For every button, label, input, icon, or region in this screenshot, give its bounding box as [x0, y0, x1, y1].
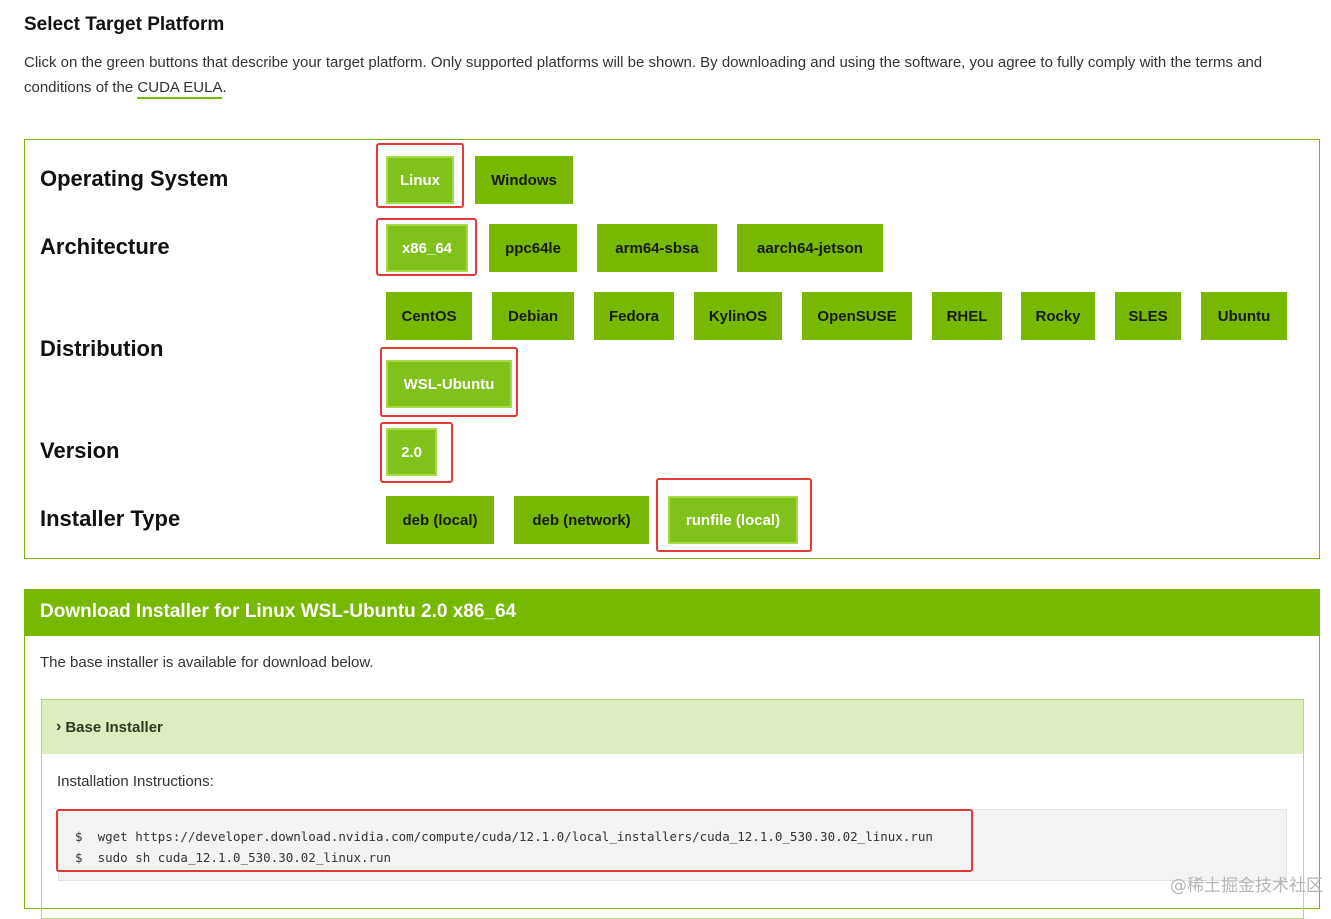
architecture-label: Architecture — [40, 234, 170, 259]
distro-sles-button[interactable]: SLES — [1115, 292, 1181, 340]
command-block[interactable]: $ wget https://developer.download.nvidia… — [58, 809, 1287, 881]
distro-centos-button[interactable]: CentOS — [386, 292, 472, 340]
base-installer-toggle[interactable]: › Base Installer — [42, 700, 1303, 754]
intro-end: . — [222, 79, 227, 96]
base-installer-label: Base Installer — [65, 718, 163, 736]
installer-deb-network-button[interactable]: deb (network) — [514, 496, 649, 544]
distro-rocky-button[interactable]: Rocky — [1021, 292, 1095, 340]
download-title: Download Installer for Linux WSL-Ubuntu … — [25, 590, 1319, 636]
intro-text: Click on the green buttons that describe… — [24, 50, 1319, 100]
base-installer-panel: › Base Installer Installation Instructio… — [41, 699, 1304, 919]
chevron-right-icon: › — [56, 718, 62, 735]
download-note: The base installer is available for down… — [40, 654, 374, 671]
run-command[interactable]: $ sudo sh cuda_12.1.0_530.30.02_linux.ru… — [75, 847, 1270, 868]
installer-runfile-local-button[interactable]: runfile (local) — [668, 496, 798, 544]
installer-type-label: Installer Type — [40, 506, 181, 531]
distro-kylinos-button[interactable]: KylinOS — [694, 292, 782, 340]
distro-fedora-button[interactable]: Fedora — [594, 292, 674, 340]
download-section: Download Installer for Linux WSL-Ubuntu … — [24, 589, 1320, 919]
arch-x86-64-button[interactable]: x86_64 — [386, 224, 468, 272]
wget-command[interactable]: $ wget https://developer.download.nvidia… — [75, 826, 1270, 847]
distro-debian-button[interactable]: Debian — [492, 292, 574, 340]
os-linux-button[interactable]: Linux — [386, 156, 454, 204]
installer-deb-local-button[interactable]: deb (local) — [386, 496, 494, 544]
arch-arm64-sbsa-button[interactable]: arm64-sbsa — [597, 224, 717, 272]
os-label: Operating System — [40, 166, 229, 191]
distribution-label: Distribution — [40, 336, 164, 361]
platform-selector: Operating System Linux Windows Architect… — [24, 139, 1320, 559]
instructions-label: Installation Instructions: — [57, 773, 214, 790]
arch-ppc64le-button[interactable]: ppc64le — [489, 224, 577, 272]
cuda-eula-link[interactable]: CUDA EULA — [137, 79, 223, 99]
watermark: @稀土掘金技术社区 — [1170, 876, 1323, 896]
version-2-0-button[interactable]: 2.0 — [386, 428, 437, 476]
version-label: Version — [40, 438, 120, 463]
distro-rhel-button[interactable]: RHEL — [932, 292, 1002, 340]
distro-wsl-ubuntu-button[interactable]: WSL-Ubuntu — [386, 360, 512, 408]
distro-ubuntu-button[interactable]: Ubuntu — [1201, 292, 1287, 340]
page-title: Select Target Platform — [24, 14, 225, 35]
os-windows-button[interactable]: Windows — [475, 156, 573, 204]
distro-opensuse-button[interactable]: OpenSUSE — [802, 292, 912, 340]
arch-aarch64-jetson-button[interactable]: aarch64-jetson — [737, 224, 883, 272]
